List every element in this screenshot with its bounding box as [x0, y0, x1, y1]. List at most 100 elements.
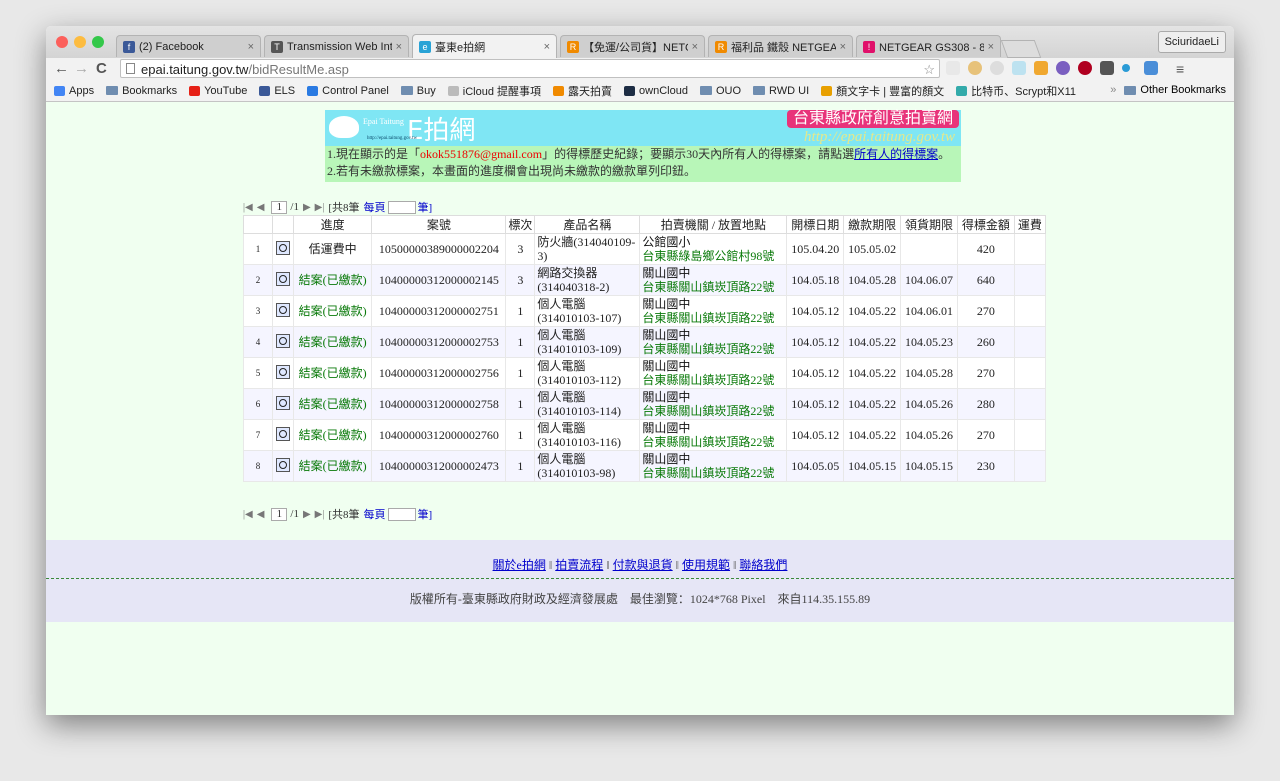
prev-page-icon[interactable]: ◀ — [257, 509, 265, 520]
camera-icon[interactable] — [1144, 61, 1158, 75]
agency-address: 台東縣關山鎮崁頂路22號 — [642, 373, 775, 387]
case-number: 10400000312000002756 — [371, 357, 507, 389]
magnifier-icon[interactable] — [276, 364, 290, 379]
page-number-input[interactable]: 1 — [271, 507, 288, 521]
bookmark-item[interactable]: OUO — [699, 85, 741, 97]
tab-close-icon[interactable]: × — [396, 41, 402, 53]
per-page-input[interactable] — [387, 200, 416, 214]
browser-tab[interactable]: T Transmission Web Interfac × — [264, 35, 409, 57]
bookmark-item[interactable]: 露天拍賣 — [553, 83, 612, 99]
extension-icon[interactable] — [968, 61, 982, 75]
menu-icon[interactable]: ≡ — [1176, 60, 1184, 78]
zoom-window-button[interactable] — [92, 36, 104, 48]
footer-link[interactable]: 付款與退貨 — [613, 558, 673, 572]
extension-icon[interactable] — [990, 61, 1004, 75]
tab-close-icon[interactable]: × — [692, 41, 698, 53]
row-number: 4 — [243, 326, 273, 358]
notice-line-1: 1.現在顯示的是「okok551876@gmail.com」的得標歷史紀錄；要顯… — [325, 146, 961, 163]
minimize-window-button[interactable] — [74, 36, 86, 48]
reload-icon[interactable]: C — [96, 60, 107, 78]
magnifier-icon[interactable] — [276, 457, 290, 472]
forward-arrow-icon[interactable]: → — [74, 60, 89, 78]
bookmark-item[interactable]: ELS — [259, 85, 295, 97]
total-pages: /1 — [290, 201, 299, 213]
column-header: 領貨期限 — [900, 215, 958, 234]
browser-tab[interactable]: R 【免運/公司貨】NETGEAR × — [560, 35, 705, 57]
elephant-logo-icon — [329, 116, 359, 138]
extension-icon[interactable] — [1034, 61, 1048, 75]
extension-icon[interactable] — [1100, 61, 1114, 75]
footer-link[interactable]: 關於e拍網 — [493, 558, 546, 572]
product-name: 個人電腦(314010103-114) — [534, 388, 641, 420]
browser-tab[interactable]: e 臺東e拍網 × — [412, 34, 557, 58]
last-page-icon[interactable]: ▶| — [315, 202, 325, 213]
tab-close-icon[interactable]: × — [544, 41, 550, 53]
back-arrow-icon[interactable]: ← — [54, 60, 69, 78]
bookmark-label: Control Panel — [322, 84, 389, 97]
bookmark-item[interactable]: iCloud 提醒事項 — [447, 83, 541, 99]
next-page-icon[interactable]: ▶ — [303, 509, 311, 520]
browser-tab[interactable]: ! NETGEAR GS308 - 8埠 10 × — [856, 35, 1001, 57]
bookmark-item[interactable]: Control Panel — [307, 85, 389, 97]
row-number: 8 — [243, 450, 273, 482]
payment-deadline: 104.05.22 — [843, 357, 902, 389]
payment-deadline: 105.05.02 — [843, 233, 902, 265]
product-name: 個人電腦(314010103-116) — [534, 419, 641, 451]
first-page-icon[interactable]: |◀ — [243, 509, 253, 520]
per-page-input[interactable] — [387, 507, 416, 521]
new-tab-button[interactable] — [1000, 40, 1042, 58]
bookmark-label: Buy — [416, 84, 436, 97]
footer-link[interactable]: 聯絡我們 — [739, 558, 787, 572]
next-page-icon[interactable]: ▶ — [303, 202, 311, 213]
extension-icon[interactable] — [1056, 61, 1070, 75]
footer-link[interactable]: 拍賣流程 — [555, 558, 603, 572]
bookmark-item[interactable]: 顏文字卡 | 豐富的顏文 — [821, 83, 944, 99]
product-name: 網路交換器(314040318-2) — [534, 264, 641, 296]
close-window-button[interactable] — [56, 36, 68, 48]
all-winners-link[interactable]: 所有人的得標案 — [854, 147, 938, 161]
magnifier-icon[interactable] — [276, 271, 290, 286]
tab-close-icon[interactable]: × — [248, 41, 254, 53]
agency-name: 關山國中 — [642, 421, 691, 435]
first-page-icon[interactable]: |◀ — [243, 202, 253, 213]
magnifier-icon[interactable] — [276, 426, 290, 441]
bookmark-item[interactable]: Buy — [400, 84, 436, 97]
address-bar[interactable]: epai.taitung.gov.tw/bidResultMe.asp ☆ — [120, 59, 940, 78]
agency-location: 關山國中 台東縣關山鎮崁頂路22號 — [639, 419, 788, 451]
tab-close-icon[interactable]: × — [840, 41, 846, 53]
last-page-icon[interactable]: ▶| — [315, 509, 325, 520]
page-number-input[interactable]: 1 — [271, 200, 288, 214]
magnifier-icon[interactable] — [276, 333, 290, 348]
prev-page-icon[interactable]: ◀ — [257, 202, 265, 213]
browser-tab[interactable]: R 福利品 鐵殼 NETGEAR 八埠 × — [708, 35, 853, 57]
column-header: 得標金額 — [956, 215, 1015, 234]
bookmark-item[interactable]: Bookmarks — [106, 85, 177, 97]
ublock-icon[interactable] — [1078, 61, 1092, 75]
bookmark-item[interactable]: YouTube — [189, 85, 247, 97]
site-url: http://epai.taitung.gov.tw — [804, 129, 955, 145]
magnifier-icon[interactable] — [276, 302, 290, 317]
bookmark-item[interactable]: ownCloud — [624, 85, 688, 97]
star-icon[interactable]: ☆ — [923, 60, 935, 79]
magnifier-icon[interactable] — [276, 395, 290, 410]
column-header: 開標日期 — [786, 215, 845, 234]
profile-button[interactable]: SciuridaeLi — [1157, 31, 1226, 53]
extension-icon[interactable] — [946, 61, 960, 75]
apple-icon — [447, 85, 459, 96]
payment-deadline: 104.05.22 — [843, 388, 902, 420]
extension-icon[interactable] — [1012, 61, 1026, 75]
tab-strip: f (2) Facebook × T Transmission Web Interfac… — [46, 26, 1234, 58]
bookmark-item[interactable]: RWD UI — [753, 85, 809, 97]
magnifier-icon[interactable] — [276, 240, 290, 255]
bookmark-item[interactable]: 比特币、Scrypt和X11 — [956, 83, 1076, 99]
extension-icon[interactable] — [1122, 64, 1130, 72]
column-header: 產品名稱 — [534, 215, 641, 234]
bookmark-item[interactable]: Apps — [54, 85, 94, 97]
browser-tab[interactable]: f (2) Facebook × — [116, 35, 261, 57]
footer-link[interactable]: 使用規範 — [682, 558, 730, 572]
more-bookmarks-icon[interactable]: » — [1110, 84, 1116, 96]
bookmark-label: 顏文字卡 | 豐富的顏文 — [836, 85, 945, 98]
tab-close-icon[interactable]: × — [988, 41, 994, 53]
other-bookmarks[interactable]: » Other Bookmarks — [1110, 84, 1226, 96]
logo-text: E拍網 — [407, 116, 476, 146]
